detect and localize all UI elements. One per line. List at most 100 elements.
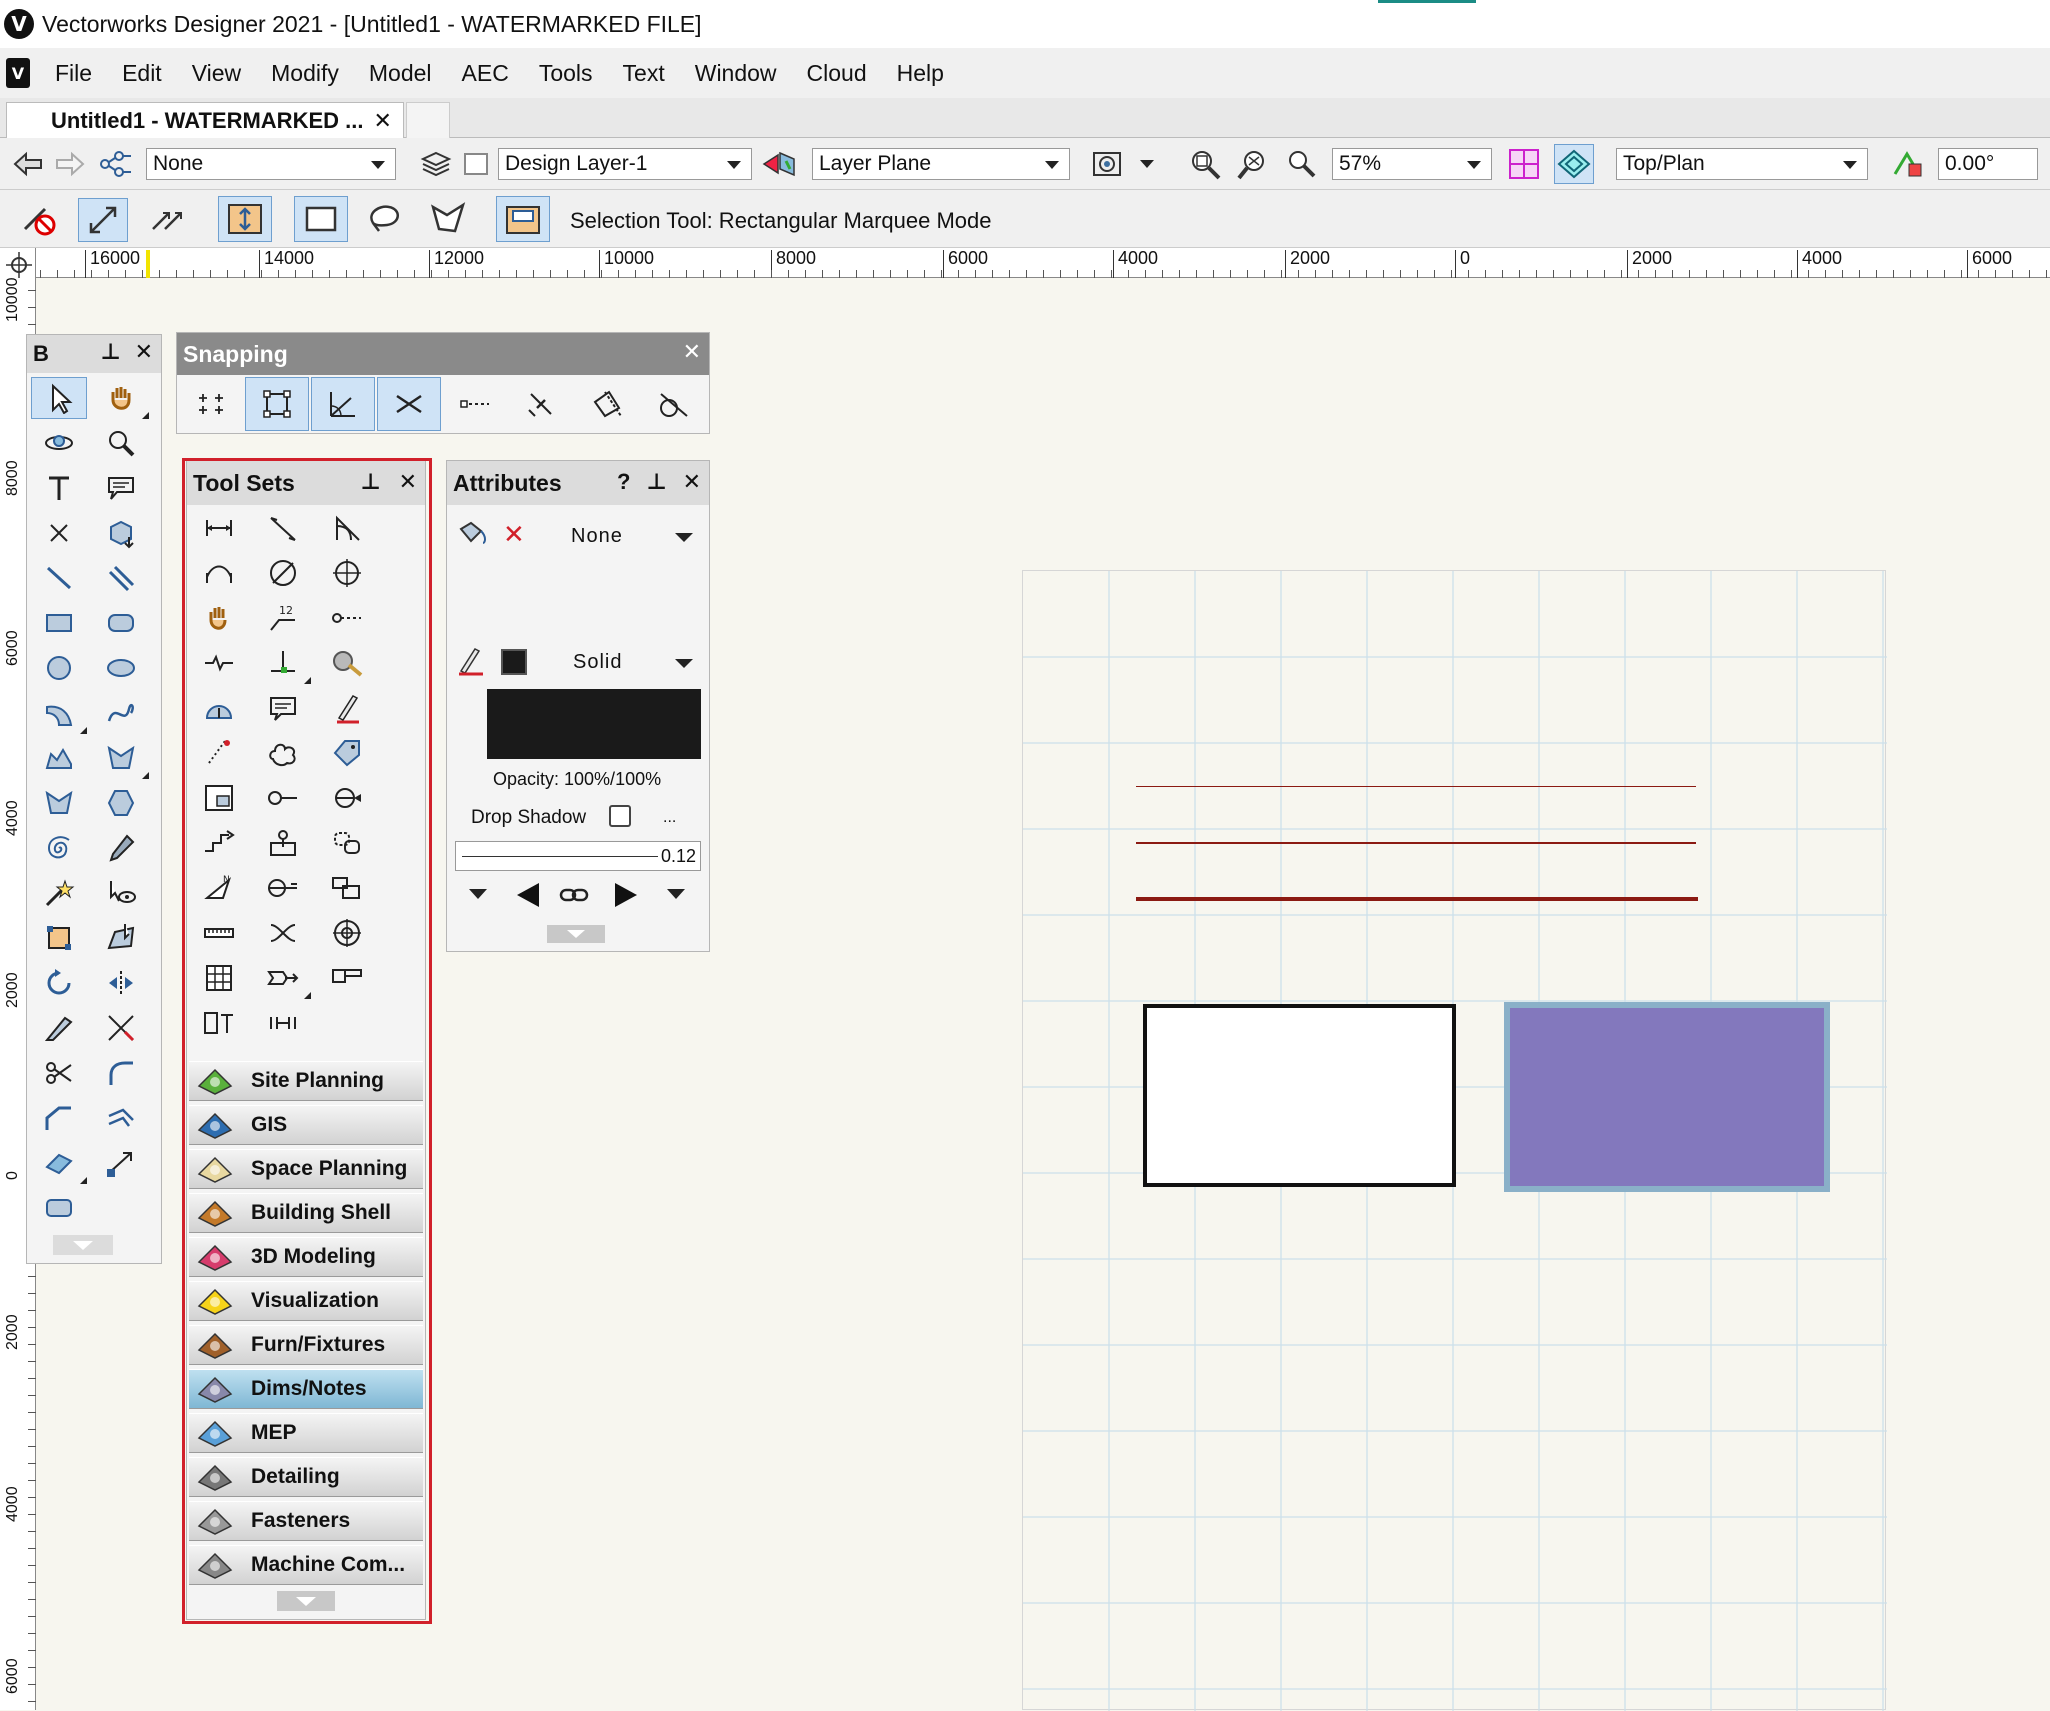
- scale-bar-tool-icon[interactable]: [191, 912, 247, 954]
- menu-tools[interactable]: Tools: [524, 60, 608, 87]
- reference-marker-tool-icon[interactable]: [255, 777, 311, 819]
- legend-tool-icon[interactable]: [319, 867, 375, 909]
- tool-sets-header[interactable]: Tool Sets ⊥ ✕: [187, 461, 425, 505]
- menu-modify[interactable]: Modify: [256, 60, 354, 87]
- eraser-tool-icon[interactable]: [31, 1142, 87, 1184]
- snapping-header[interactable]: Snapping ✕: [177, 333, 709, 375]
- zoom-icon[interactable]: [1282, 144, 1322, 184]
- section-elevation-tool-icon[interactable]: [319, 777, 375, 819]
- chain-dimension-tool-icon[interactable]: [319, 597, 375, 639]
- line-thickness-dropdown-icon[interactable]: [469, 889, 487, 899]
- center-mark-tool-icon[interactable]: [319, 552, 375, 594]
- menu-view[interactable]: View: [177, 60, 256, 87]
- north-arrow-tool-icon[interactable]: N: [191, 867, 247, 909]
- white-rectangle[interactable]: [1143, 1004, 1456, 1187]
- pin-icon[interactable]: ⊥: [100, 339, 120, 365]
- fill-style-dropdown-icon[interactable]: [675, 533, 693, 542]
- attributes-header[interactable]: Attributes ? ⊥ ✕: [447, 461, 709, 505]
- zoom-level-select[interactable]: 57%: [1332, 148, 1492, 180]
- pen-color-swatch[interactable]: [501, 649, 527, 675]
- chevron-down-icon[interactable]: [1140, 160, 1154, 168]
- double-line-tool-icon[interactable]: [93, 557, 149, 599]
- detail-callout-tool-icon[interactable]: [191, 777, 247, 819]
- unrestricted-interactive-scaling-icon[interactable]: [148, 198, 188, 238]
- polygon-tool-icon[interactable]: [93, 737, 149, 779]
- smart-points-icon[interactable]: [509, 377, 573, 431]
- tool-set-machine-components[interactable]: Machine Com...: [189, 1545, 423, 1585]
- lasso-marquee-icon[interactable]: [364, 198, 404, 238]
- start-marker-arrow-icon[interactable]: [517, 883, 539, 907]
- offset-tool-icon[interactable]: [93, 1097, 149, 1139]
- tool-set-gis[interactable]: GIS: [189, 1105, 423, 1145]
- zoom-fit-icon[interactable]: [1186, 144, 1226, 184]
- active-layer-select[interactable]: Design Layer-1: [498, 148, 752, 180]
- chain-dimension-tool-icon[interactable]: [191, 552, 247, 594]
- tool-set-space-planning[interactable]: Space Planning: [189, 1149, 423, 1189]
- text-tool-icon[interactable]: [31, 467, 87, 509]
- arc-tool-icon[interactable]: [31, 692, 87, 734]
- split-tool-icon[interactable]: [31, 1007, 87, 1049]
- tool-set-site-planning[interactable]: Site Planning: [189, 1061, 423, 1101]
- menu-window[interactable]: Window: [680, 60, 792, 87]
- pin-icon[interactable]: ⊥: [646, 469, 666, 495]
- pen-style-value[interactable]: Solid: [573, 651, 622, 674]
- close-icon[interactable]: ✕: [683, 339, 701, 365]
- line-tool-icon[interactable]: [31, 557, 87, 599]
- title-block-tool-icon[interactable]: [319, 957, 375, 999]
- freehand-tool-icon[interactable]: [93, 692, 149, 734]
- fillet-tool-icon[interactable]: [93, 1052, 149, 1094]
- snap-to-tangent-icon[interactable]: [641, 377, 705, 431]
- basic-palette-header[interactable]: B ⊥ ✕: [27, 335, 161, 373]
- tape-measure-tool-icon[interactable]: [319, 642, 375, 684]
- zoom-objects-icon[interactable]: [1234, 144, 1274, 184]
- drop-shadow-checkbox[interactable]: [609, 805, 631, 827]
- protractor-tool-icon[interactable]: [191, 687, 247, 729]
- active-class-select[interactable]: None: [146, 148, 396, 180]
- angular-dimension-tool-icon[interactable]: [255, 507, 311, 549]
- top-plan-view-icon[interactable]: [1554, 144, 1594, 184]
- smart-edge-icon[interactable]: [575, 377, 639, 431]
- purple-rectangle[interactable]: [1504, 1002, 1830, 1192]
- render-mode-icon[interactable]: [1088, 144, 1128, 184]
- pen-preview-swatch[interactable]: [487, 689, 701, 759]
- oval-tool-icon[interactable]: [93, 647, 149, 689]
- stair-marker-tool-icon[interactable]: [191, 822, 247, 864]
- fill-icon[interactable]: [455, 519, 489, 554]
- enable-snapping-selection-icon[interactable]: [218, 196, 272, 242]
- working-plane-icon[interactable]: [760, 144, 800, 184]
- link-markers-icon[interactable]: [559, 883, 589, 912]
- close-icon[interactable]: ✕: [399, 469, 417, 495]
- document-tab[interactable]: Untitled1 - WATERMARKED ... ✕: [6, 102, 404, 138]
- tool-set-detailing[interactable]: Detailing: [189, 1457, 423, 1497]
- fill-style-value[interactable]: None: [571, 525, 623, 548]
- menu-aec[interactable]: AEC: [447, 60, 524, 87]
- hand-dimension-tool-icon[interactable]: [191, 597, 247, 639]
- magic-wand-tool-icon[interactable]: [31, 872, 87, 914]
- callout-tool-icon[interactable]: [93, 467, 149, 509]
- pen-icon[interactable]: [455, 645, 487, 682]
- menu-cloud[interactable]: Cloud: [792, 60, 882, 87]
- tool-set-visualization[interactable]: Visualization: [189, 1281, 423, 1321]
- rectangle-tool-icon[interactable]: [31, 602, 87, 644]
- circle-tool-icon[interactable]: [31, 647, 87, 689]
- menu-help[interactable]: Help: [882, 60, 959, 87]
- grid-bubble-tool-icon[interactable]: [319, 912, 375, 954]
- connect-combine-tool-icon[interactable]: [31, 1187, 87, 1229]
- snap-to-angle-icon[interactable]: [311, 377, 375, 431]
- layers-icon[interactable]: [416, 144, 456, 184]
- dimension-tool-icon[interactable]: [191, 507, 247, 549]
- 2d-locus-tool-icon[interactable]: [31, 512, 87, 554]
- no-fill-icon[interactable]: ✕: [503, 519, 525, 550]
- ordinate-dimension-tool-icon[interactable]: 12: [255, 597, 311, 639]
- data-tag-tool-icon[interactable]: [319, 732, 375, 774]
- double-line-polygon-tool-icon[interactable]: [31, 782, 87, 824]
- plan-rotation-field[interactable]: 0.00°: [1938, 148, 2038, 180]
- flow-arrow-tool-icon[interactable]: [255, 957, 311, 999]
- selection-tool-icon[interactable]: [31, 377, 87, 419]
- chamfer-tool-icon[interactable]: [31, 1097, 87, 1139]
- spacer-tool-icon[interactable]: [255, 1002, 311, 1044]
- line-thickness-field[interactable]: 0.12: [455, 841, 701, 871]
- menu-file[interactable]: File: [40, 60, 107, 87]
- move-by-points-tool-icon[interactable]: [93, 1142, 149, 1184]
- worksheet-marker-tool-icon[interactable]: [255, 822, 311, 864]
